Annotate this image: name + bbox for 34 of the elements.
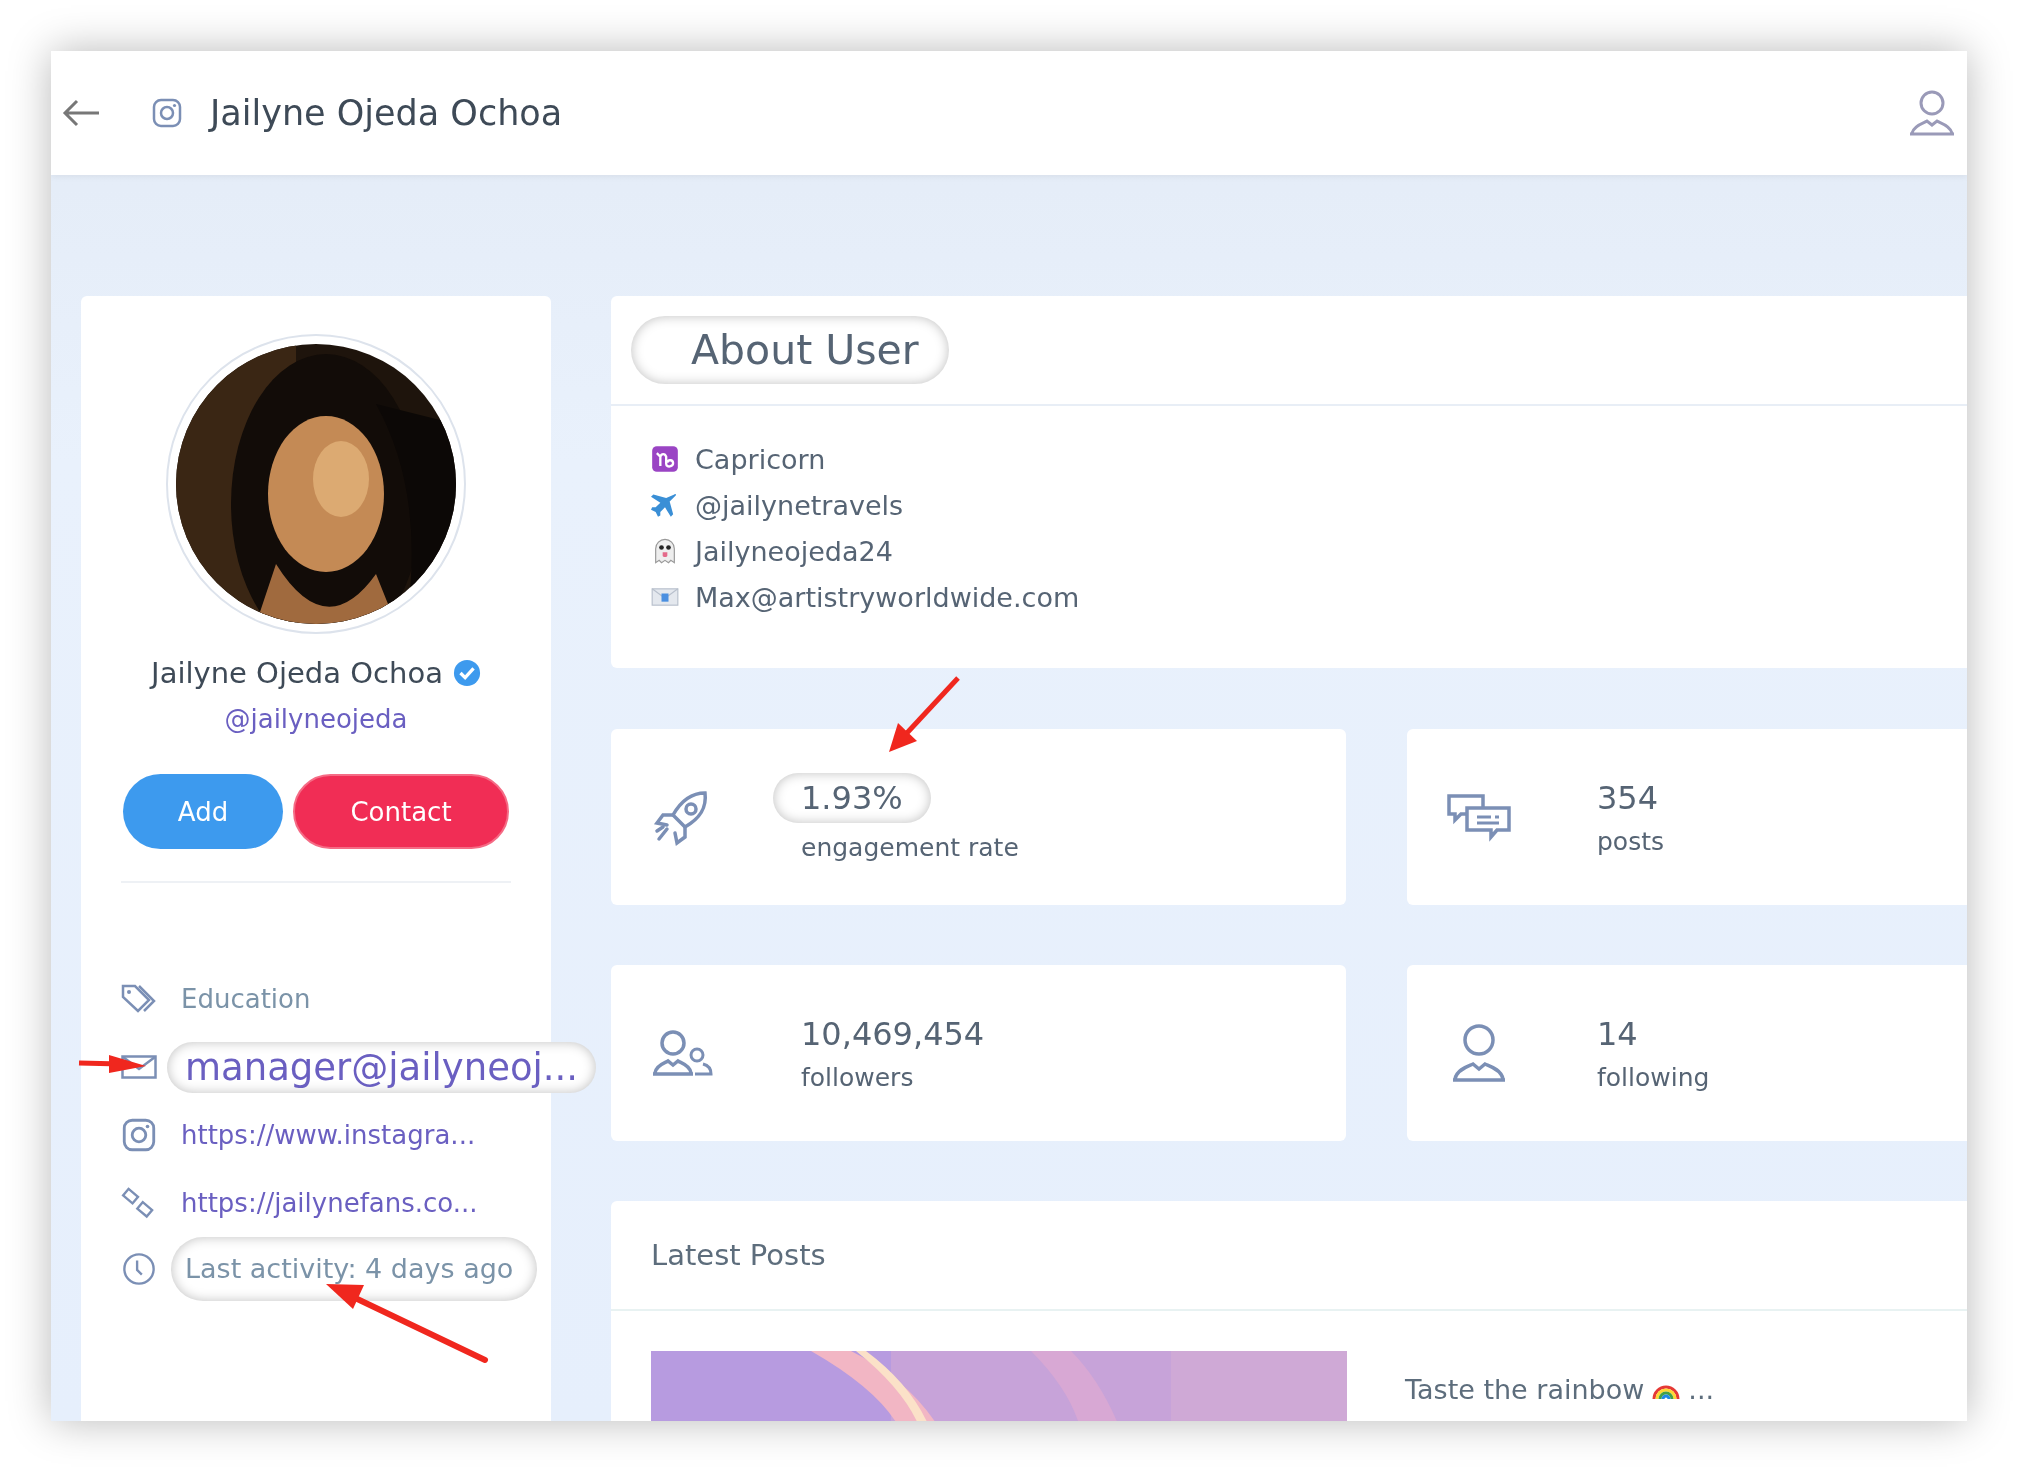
back-arrow-icon[interactable]	[61, 98, 101, 128]
instagram-icon	[152, 98, 182, 128]
instagram-icon	[121, 1118, 157, 1152]
category-text: Education	[181, 984, 311, 1014]
post-caption: Taste the rainbow	[1405, 1373, 1645, 1405]
stat-value: 14	[1597, 1014, 1638, 1053]
add-button[interactable]: Add	[123, 774, 283, 849]
about-item: Jailyneojeda24	[695, 535, 893, 567]
stat-label: following	[1597, 1062, 1710, 1092]
about-item: Capricorn	[695, 443, 826, 475]
stat-label: engagement rate	[801, 832, 1019, 862]
profile-link[interactable]: manager@jailyneoj...	[167, 1041, 597, 1093]
stat-value: 354	[1597, 778, 1659, 817]
contact-button[interactable]: Contact	[293, 774, 509, 849]
clock-icon	[121, 1252, 157, 1286]
profile-link[interactable]: https://jailynefans.co...	[181, 1188, 478, 1218]
stat-label: followers	[801, 1062, 915, 1092]
last-activity-text: Last activity: 4 days ago	[185, 1252, 515, 1286]
more-text: ...	[1688, 1373, 1715, 1405]
annotation-arrow	[78, 1055, 146, 1073]
about-item: @jailynetravels	[695, 489, 904, 521]
page-title: Jailyne Ojeda Ochoa	[210, 93, 563, 133]
profile-link[interactable]: https://www.instagra...	[181, 1120, 476, 1150]
profile-handle[interactable]: @jailyneojeda	[224, 704, 408, 734]
about-item: Max@artistryworldwide.com	[695, 581, 1080, 613]
zodiac-sign-icon	[651, 445, 679, 473]
section-title: Latest Posts	[651, 1238, 826, 1272]
section-title: About User	[631, 316, 949, 384]
stat-value: 1.93%	[773, 772, 931, 823]
stat-label: posts	[1597, 826, 1665, 856]
stat-value: 10,469,454	[801, 1014, 985, 1053]
airplane-icon	[651, 491, 679, 519]
profile-name: Jailyne Ojeda Ochoa	[151, 656, 443, 690]
user-icon[interactable]	[1907, 89, 1957, 137]
